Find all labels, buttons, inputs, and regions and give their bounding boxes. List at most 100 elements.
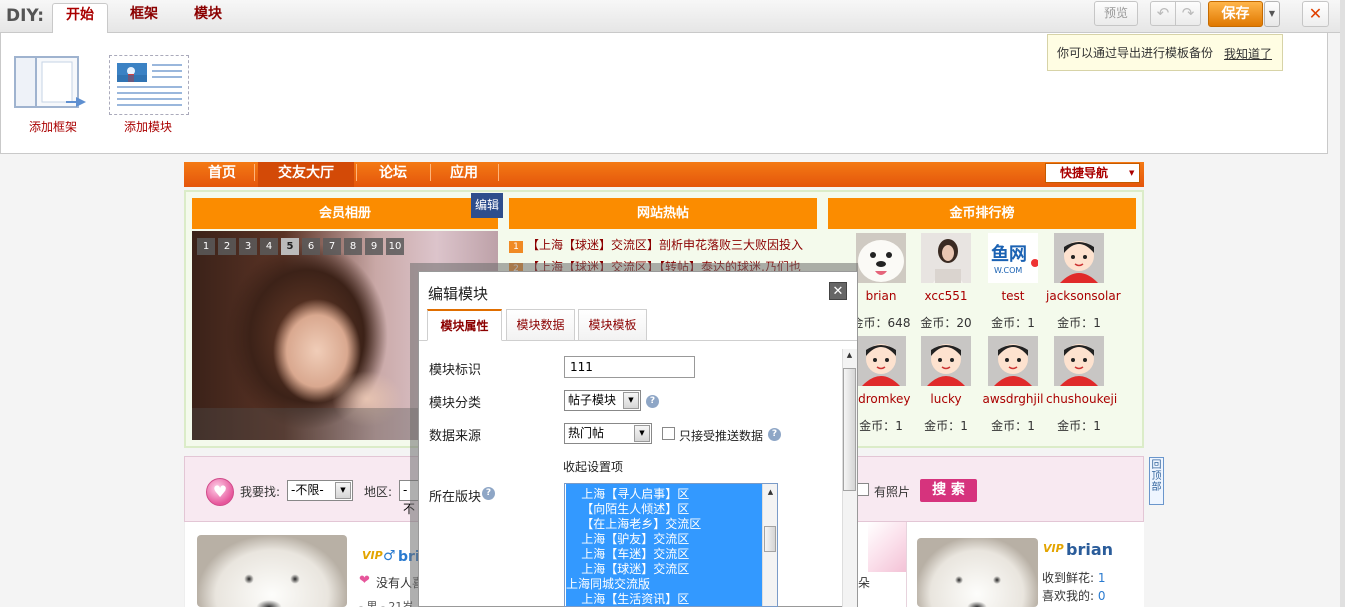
edit-module-button[interactable]: 编辑 xyxy=(471,193,503,218)
add-frame-label[interactable]: 添加框架 xyxy=(29,118,77,135)
tab-module[interactable]: 模块 xyxy=(184,3,232,34)
photo-page-6[interactable]: 6 xyxy=(302,238,320,255)
member-gold: 金币：1 xyxy=(980,417,1046,434)
help-icon[interactable]: ? xyxy=(768,428,781,441)
heart-icon: ❤ xyxy=(359,573,370,588)
gold-value: 20 xyxy=(956,316,972,330)
scroll-up-icon[interactable]: ▲ xyxy=(763,484,777,500)
tab-module-properties[interactable]: 模块属性 xyxy=(427,309,502,341)
cartoon-avatar[interactable] xyxy=(1054,336,1104,386)
forum-option[interactable]: 【向陌生人倾述】区 xyxy=(566,502,762,517)
help-icon[interactable]: ? xyxy=(482,487,495,500)
member-name[interactable]: chushoukeji xyxy=(1046,392,1117,406)
add-module-label[interactable]: 添加模块 xyxy=(124,118,172,135)
tab-module-data[interactable]: 模块数据 xyxy=(506,309,575,341)
photo-page-5[interactable]: 5 xyxy=(281,238,299,255)
help-icon[interactable]: ? xyxy=(646,395,659,408)
collapse-settings-link[interactable]: 收起设置项 xyxy=(563,458,623,475)
photo-page-10[interactable]: 10 xyxy=(386,238,404,255)
add-frame-icon[interactable] xyxy=(14,55,92,111)
has-photo-label: 有照片 xyxy=(874,485,911,499)
member-name[interactable]: jacksonsolar xyxy=(1046,289,1121,303)
save-button[interactable]: 保存 xyxy=(1208,1,1263,27)
forum-scrollbar[interactable]: ▲ xyxy=(762,484,777,606)
forum-option[interactable]: 上海【车迷】交流区 xyxy=(566,547,762,562)
photo-page-1[interactable]: 1 xyxy=(197,238,215,255)
girl-avatar[interactable] xyxy=(921,233,971,283)
member-name[interactable]: xcc551 xyxy=(913,289,979,303)
tip-dismiss-link[interactable]: 我知道了 xyxy=(1224,45,1272,62)
nav-dating-hall[interactable]: 交友大厅 xyxy=(258,162,354,187)
tab-start[interactable]: 开始 xyxy=(52,3,108,34)
svg-text:W.COM: W.COM xyxy=(994,266,1022,275)
save-dropdown-icon[interactable]: ▼ xyxy=(1264,1,1280,27)
diy-label: DIY: xyxy=(6,6,45,26)
member-avatar[interactable] xyxy=(197,535,347,607)
forum-option[interactable]: 上海【球迷】交流区 xyxy=(566,562,762,577)
page-scrollbar[interactable] xyxy=(1340,0,1345,607)
photo-page-4[interactable]: 4 xyxy=(260,238,278,255)
vip-icon: VIP xyxy=(1043,542,1064,555)
photo-page-9[interactable]: 9 xyxy=(365,238,383,255)
hot-post-item[interactable]: 1 【上海【球迷】交流区】剖析申花落败三大败因投入 xyxy=(509,234,819,256)
close-diy-button[interactable]: ✕ xyxy=(1302,1,1329,27)
add-module-icon[interactable] xyxy=(109,55,189,115)
module-category-select[interactable]: 帖子模块 ▼ xyxy=(564,390,641,411)
undo-icon[interactable]: ↶ xyxy=(1150,1,1176,26)
photo-page-8[interactable]: 8 xyxy=(344,238,362,255)
member-name[interactable]: brian xyxy=(1066,540,1113,559)
quick-nav-button[interactable]: 快捷导航 xyxy=(1045,163,1140,183)
push-only-checkbox[interactable] xyxy=(662,427,675,440)
member-name[interactable]: test xyxy=(980,289,1046,303)
forum-option[interactable]: 【在上海老乡】交流区 xyxy=(566,517,762,532)
forum-option[interactable]: 上海【驴友】交流区 xyxy=(566,532,762,547)
gold-label: 金币： xyxy=(924,419,961,433)
nav-apps[interactable]: 应用 xyxy=(432,162,496,187)
cartoon-avatar[interactable] xyxy=(921,336,971,386)
search-button[interactable]: 搜 索 xyxy=(920,479,977,502)
gold-label: 金币： xyxy=(1057,419,1094,433)
tab-module-template[interactable]: 模块模板 xyxy=(578,309,647,341)
nav-forum[interactable]: 论坛 xyxy=(358,162,428,187)
gold-value: 648 xyxy=(887,316,911,330)
scroll-thumb[interactable] xyxy=(764,526,776,552)
cartoon-avatar[interactable] xyxy=(856,336,906,386)
nav-home[interactable]: 首页 xyxy=(192,162,252,187)
member-name[interactable]: lucky xyxy=(913,392,979,406)
dog-avatar[interactable] xyxy=(856,233,906,283)
flower-text: 朵 xyxy=(858,576,871,590)
forum-option[interactable]: 上海【生活资讯】区 xyxy=(566,592,762,606)
data-source-value: 热门帖 xyxy=(568,426,605,440)
forum-multiselect[interactable]: 上海【寻人启事】区 【向陌生人倾述】区 【在上海老乡】交流区 上海【驴友】交流区… xyxy=(564,483,778,607)
scroll-up-icon[interactable]: ▲ xyxy=(842,351,857,365)
nav-separator xyxy=(254,164,255,181)
photo-page-7[interactable]: 7 xyxy=(323,238,341,255)
chevron-down-icon: ▼ xyxy=(335,482,351,499)
forum-option[interactable]: 上海【寻人启事】区 xyxy=(566,487,762,502)
likes-count[interactable]: 0 xyxy=(1098,589,1106,603)
looking-for-select[interactable]: -不限- ▼ xyxy=(287,480,353,501)
redo-icon[interactable]: ↷ xyxy=(1175,1,1201,26)
back-to-top-button[interactable]: 回顶部 xyxy=(1149,457,1164,505)
module-id-input[interactable]: 111 xyxy=(564,356,695,378)
member-name[interactable]: awsdrghjil xyxy=(980,392,1046,406)
gold-label: 金币： xyxy=(991,419,1028,433)
backup-tip-text: 你可以通过导出进行模板备份 xyxy=(1057,46,1214,60)
member-gold: 金币：20 xyxy=(913,314,979,331)
cartoon-avatar[interactable] xyxy=(988,336,1038,386)
data-source-select[interactable]: 热门帖 ▼ xyxy=(564,423,652,444)
logo-avatar[interactable]: 鱼网 W.COM xyxy=(988,233,1039,283)
cartoon-avatar[interactable] xyxy=(1054,233,1104,283)
photo-page-2[interactable]: 2 xyxy=(218,238,236,255)
member-avatar[interactable] xyxy=(917,538,1038,607)
scroll-thumb[interactable] xyxy=(843,368,856,491)
photo-page-3[interactable]: 3 xyxy=(239,238,257,255)
gold-value: 1 xyxy=(1093,316,1101,330)
tab-frame[interactable]: 框架 xyxy=(120,3,168,34)
preview-button[interactable]: 预览 xyxy=(1094,1,1138,26)
hot-post-title[interactable]: 【上海【球迷】交流区】剖析申花落败三大败因投入 xyxy=(527,238,803,252)
close-icon[interactable]: ✕ xyxy=(829,282,847,300)
flowers-count[interactable]: 1 xyxy=(1098,571,1106,585)
chevron-down-icon[interactable]: ▼ xyxy=(1129,163,1140,183)
forum-option[interactable]: 上海同城交流版 xyxy=(566,577,762,592)
